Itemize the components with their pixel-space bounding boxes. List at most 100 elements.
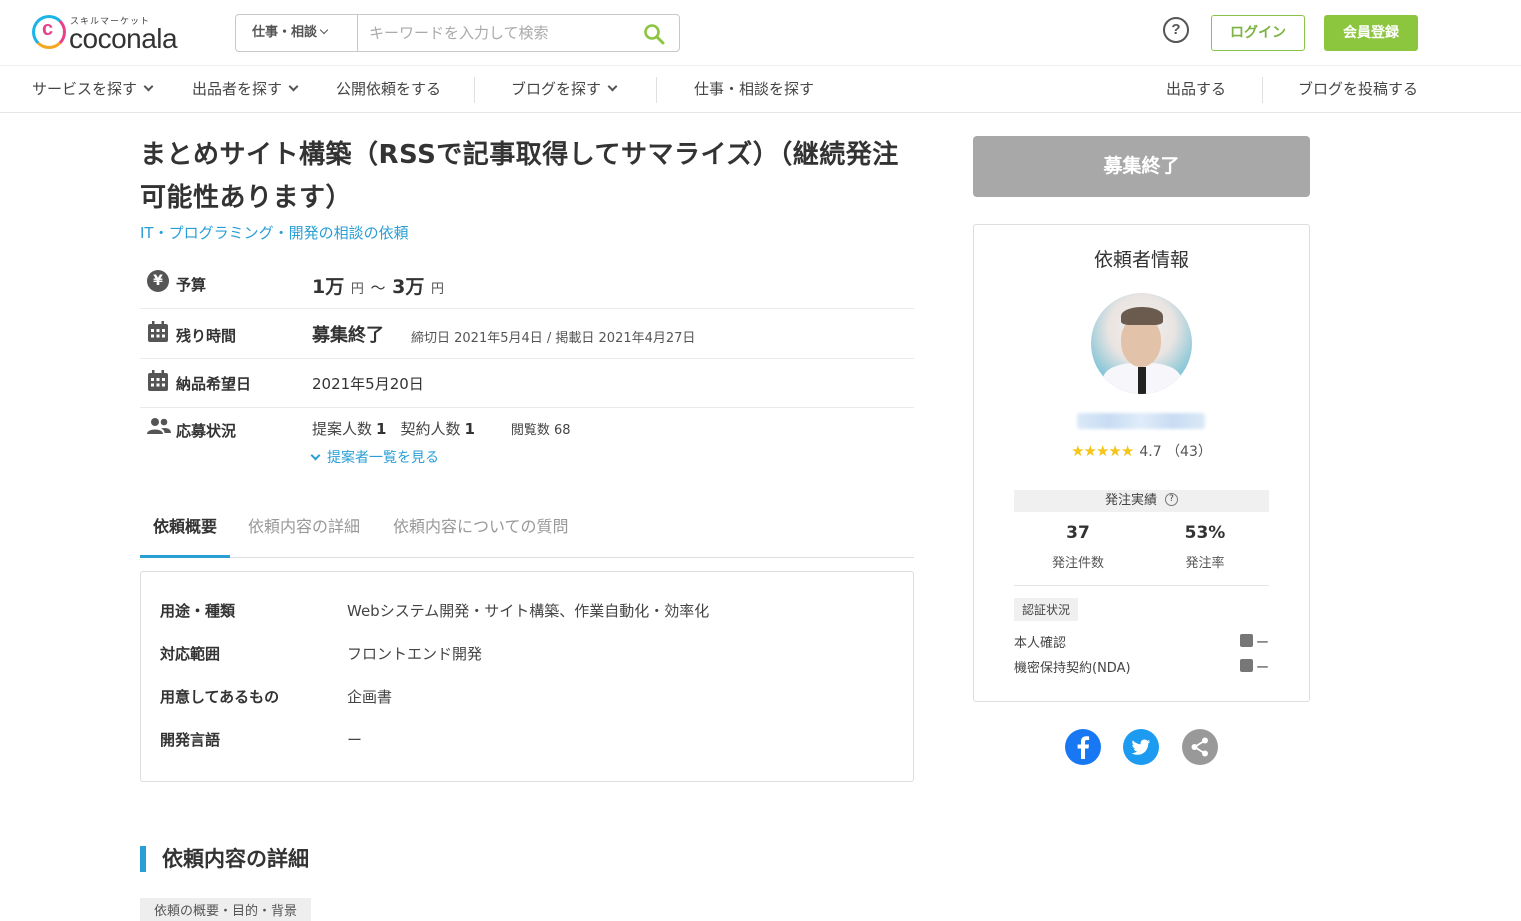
summary-value: ー	[347, 731, 363, 749]
calendar-icon	[147, 321, 169, 343]
order-rate-label: 発注率	[1185, 556, 1225, 571]
site-header: スキルマーケット coconala 仕事・相談 ? ログイン 会員登録	[0, 0, 1521, 66]
applications-label: 応募状況	[176, 422, 237, 440]
budget-separator: ～	[370, 279, 386, 297]
client-rating: ★★★★★ 4.7 （43）	[974, 441, 1309, 461]
recruitment-closed-button: 募集終了	[973, 136, 1310, 197]
summary-label: 対応範囲	[160, 645, 221, 663]
nav-find-blogs-label: ブログを探す	[511, 80, 602, 98]
nav-post-blog[interactable]: ブログを投稿する	[1298, 67, 1418, 113]
application-stats: 提案人数 1 契約人数 1 閲覧数 68	[312, 418, 571, 439]
card-divider	[1014, 585, 1269, 586]
client-info-title: 依頼者情報	[1093, 249, 1189, 271]
chevron-down-icon	[310, 450, 321, 461]
coconala-logo[interactable]: スキルマーケット coconala	[32, 12, 202, 56]
delivery-row: 納品希望日 2021年5月20日	[140, 359, 914, 408]
nav-find-blogs[interactable]: ブログを探す	[511, 67, 618, 113]
tab-questions[interactable]: 依頼内容についての質問	[393, 505, 569, 558]
summary-label: 用途・種類	[160, 602, 236, 620]
remaining-label: 残り時間	[176, 327, 237, 345]
search-category-select[interactable]: 仕事・相談	[236, 15, 358, 51]
chevron-down-icon	[288, 81, 299, 92]
budget-unit: 円	[431, 282, 445, 297]
summary-label: 用意してあるもの	[160, 688, 280, 706]
order-performance-label: 発注実績	[1104, 493, 1157, 508]
username-blurred[interactable]	[1077, 413, 1205, 429]
summary-row: 対応範囲 フロントエンド開発	[160, 643, 482, 664]
chevron-down-icon	[607, 81, 618, 92]
summary-label: 開発言語	[160, 731, 221, 749]
register-button[interactable]: 会員登録	[1324, 15, 1418, 51]
share-icon[interactable]	[1182, 729, 1218, 765]
avatar-hair	[1121, 307, 1163, 325]
delivery-date: 2021年5月20日	[312, 375, 424, 393]
search-bar: 仕事・相談	[235, 14, 680, 52]
nav-find-sellers-label: 出品者を探す	[192, 80, 283, 98]
calendar-icon	[147, 370, 169, 392]
budget-label: 予算	[176, 276, 207, 294]
identity-label: 本人確認	[1014, 636, 1067, 651]
budget-value: 1万 円 ～ 3万 円	[312, 272, 444, 299]
request-title: まとめサイト構築（RSSで記事取得してサマライズ）（継続発注可能性あります）	[140, 140, 899, 213]
contracts-count: 1	[464, 420, 475, 438]
applications-row: 応募状況 提案人数 1 契約人数 1 閲覧数 68 提案者一覧を見る	[140, 408, 914, 478]
question-icon[interactable]: ?	[1165, 493, 1178, 506]
deadline-dates: 締切日 2021年5月4日 / 掲載日 2021年4月27日	[411, 331, 696, 346]
nav-find-services-label: サービスを探す	[32, 80, 138, 98]
summary-value: フロントエンド開発	[347, 645, 483, 663]
details-heading: 依頼内容の詳細	[140, 846, 309, 872]
request-category-link[interactable]: IT・プログラミング・開発の相談の依頼	[140, 222, 409, 243]
budget-min: 1万	[312, 276, 345, 298]
yen-icon: ¥	[147, 270, 169, 292]
nav-divider	[656, 77, 657, 103]
nav-post-request[interactable]: 公開依頼をする	[336, 67, 441, 113]
nav-find-jobs[interactable]: 仕事・相談を探す	[694, 67, 814, 113]
search-category-label: 仕事・相談	[252, 25, 318, 40]
order-rate-stat: 53% 発注率	[1141, 523, 1269, 571]
rating-value: 4.7	[1139, 444, 1162, 460]
login-button[interactable]: ログイン	[1211, 15, 1305, 51]
order-rate: 53%	[1184, 523, 1226, 543]
star-rating-icon: ★★★★★	[1071, 442, 1134, 460]
nav-find-services[interactable]: サービスを探す	[32, 67, 154, 113]
avatar[interactable]	[1091, 293, 1192, 394]
tab-details[interactable]: 依頼内容の詳細	[248, 505, 360, 558]
delivery-label: 納品希望日	[176, 375, 252, 393]
facebook-icon[interactable]	[1065, 729, 1101, 765]
help-icon[interactable]: ?	[1163, 17, 1189, 43]
verification-tag: 認証状況	[1014, 598, 1079, 621]
proposers-list-link[interactable]: 提案者一覧を見る	[310, 447, 439, 467]
chevron-down-icon	[319, 25, 329, 35]
budget-row: ¥ 予算 1万 円 ～ 3万 円	[140, 258, 914, 309]
nav-divider	[1262, 77, 1263, 103]
chevron-down-icon	[143, 81, 154, 92]
request-tabs: 依頼概要 依頼内容の詳細 依頼内容についての質問	[140, 505, 914, 558]
remaining-row: 残り時間 募集終了 締切日 2021年5月4日 / 掲載日 2021年4月27日	[140, 309, 914, 359]
views-count: 閲覧数 68	[510, 423, 571, 438]
nav-sell[interactable]: 出品する	[1166, 67, 1226, 113]
search-input[interactable]	[359, 15, 629, 51]
users-icon	[147, 417, 171, 439]
nda-status: ー	[1255, 661, 1269, 676]
summary-row: 用途・種類 Webシステム開発・サイト構築、作業自動化・効率化	[160, 600, 709, 621]
budget-max: 3万	[392, 276, 425, 298]
orders-count: 37	[1066, 523, 1090, 543]
logo-mark-icon	[32, 15, 66, 49]
search-icon[interactable]	[643, 23, 665, 45]
avatar-tie	[1138, 367, 1146, 394]
nav-find-sellers[interactable]: 出品者を探す	[192, 67, 299, 113]
id-card-icon	[1240, 634, 1253, 647]
nda-verification: 機密保持契約(NDA) ー	[1014, 657, 1269, 676]
client-info-card: 依頼者情報 ★★★★★ 4.7 （43） 発注実績? 37 発注件数 53% 発注…	[973, 224, 1310, 702]
proposals-label: 提案人数	[312, 420, 373, 438]
order-performance-header: 発注実績?	[1014, 490, 1269, 512]
orders-label: 発注件数	[1051, 556, 1104, 571]
budget-unit: 円	[350, 282, 364, 297]
twitter-icon[interactable]	[1123, 729, 1159, 765]
nav-divider	[474, 77, 475, 103]
summary-value: Webシステム開発・サイト構築、作業自動化・効率化	[347, 602, 710, 620]
tab-overview[interactable]: 依頼概要	[140, 505, 231, 558]
global-nav: サービスを探す 出品者を探す 公開依頼をする ブログを探す 仕事・相談を探す 出…	[0, 67, 1521, 113]
summary-row: 開発言語 ー	[160, 729, 362, 750]
identity-verification: 本人確認 ー	[1014, 632, 1269, 651]
